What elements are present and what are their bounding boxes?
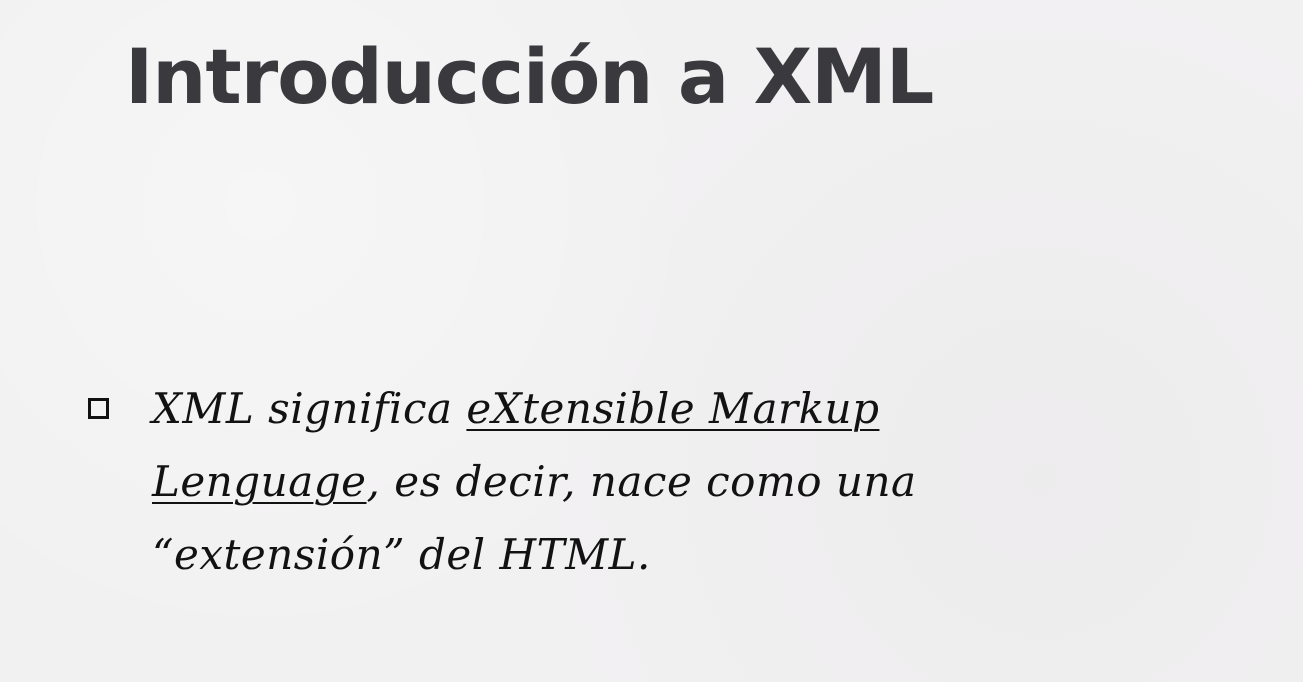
slide: Introducción a XML XML significa eXtensi… [0,0,1303,682]
bullet-text-part1: XML significa [152,384,467,433]
bullet-item: XML significa eXtensible Markup Lenguage… [86,372,1086,591]
bullet-list: XML significa eXtensible Markup Lenguage… [86,372,1086,591]
hollow-square-bullet-icon [88,398,109,419]
bullet-text: XML significa eXtensible Markup Lenguage… [152,384,917,579]
slide-title: Introducción a XML [125,32,934,121]
